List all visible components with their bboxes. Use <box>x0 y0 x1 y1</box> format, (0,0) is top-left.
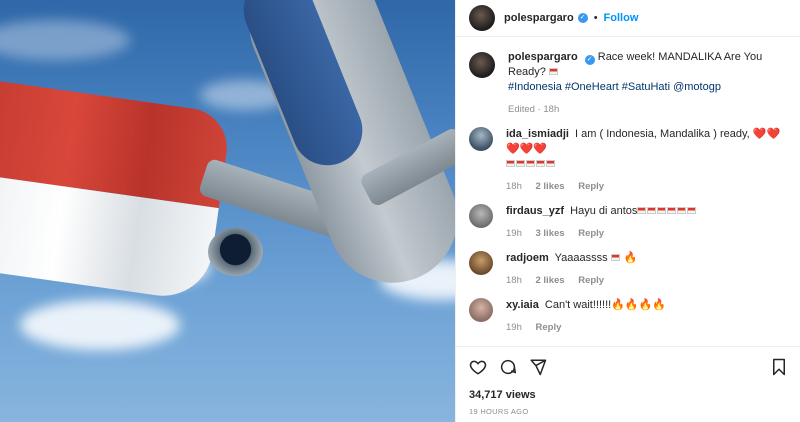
separator-dot: • <box>593 12 598 24</box>
comment-likes[interactable]: 2 likes <box>536 275 565 286</box>
post-video[interactable] <box>0 0 455 422</box>
comment-text: I am ( Indonesia, Mandalika ) ready, <box>575 128 750 140</box>
heart-icon[interactable] <box>469 358 487 376</box>
comment-time[interactable]: 19h <box>506 228 522 239</box>
post-container: polespargaro ✓ • Follow polespargaro ✓ Ra… <box>0 0 800 422</box>
comment-text: Yaaaassss <box>554 252 608 264</box>
verified-badge-icon: ✓ <box>577 13 588 23</box>
comment-text: Hayu di antos <box>570 205 638 217</box>
comment-item: firdaus_yzf Hayu di antos 19h 3 likes Re… <box>469 204 787 239</box>
indonesian-flag-image <box>0 77 232 303</box>
comment-likes[interactable]: 2 likes <box>536 181 565 192</box>
verified-badge-icon: ✓ <box>584 55 595 65</box>
post-actions: 34,717 views 19 HOURS AGO <box>456 346 800 416</box>
bookmark-icon[interactable] <box>771 358 787 376</box>
comment-username[interactable]: radjoem <box>506 252 549 264</box>
comment-icon[interactable] <box>499 358 517 376</box>
caption-username[interactable]: polespargaro <box>508 51 578 63</box>
comment-text: Can't wait!!!!!! <box>544 299 612 311</box>
view-count[interactable]: 34,717 views <box>469 389 787 401</box>
post-header: polespargaro ✓ • Follow <box>456 0 800 37</box>
edited-time: Edited · 18h <box>508 104 560 115</box>
fire-emoji: 🔥 <box>623 252 638 264</box>
share-icon[interactable] <box>529 358 547 376</box>
author-avatar[interactable] <box>469 5 495 31</box>
commenter-avatar[interactable] <box>469 298 493 322</box>
caption-hashtags[interactable]: #Indonesia #OneHeart #SatuHati @motogp <box>508 81 721 93</box>
comment-time[interactable]: 18h <box>506 275 522 286</box>
post-sidebar: polespargaro ✓ • Follow polespargaro ✓ Ra… <box>455 0 800 422</box>
post-timestamp: 19 HOURS AGO <box>469 407 529 416</box>
airplane-engine <box>208 228 263 276</box>
commenter-avatar[interactable] <box>469 204 493 228</box>
indonesia-flag-emoji <box>548 68 558 75</box>
comment-item: radjoem Yaaaassss 🔥 18h 2 likes Reply <box>469 251 787 286</box>
comment-item: xy.iaia Can't wait!!!!!!🔥🔥🔥🔥 19h Reply <box>469 298 787 333</box>
caption: polespargaro ✓ Race week! MANDALIKA Are Y… <box>469 50 787 115</box>
reply-button[interactable]: Reply <box>578 181 604 192</box>
reply-button[interactable]: Reply <box>578 275 604 286</box>
comment-username[interactable]: ida_ismiadji <box>506 128 569 140</box>
reply-button[interactable]: Reply <box>536 322 562 333</box>
comment-username[interactable]: xy.iaia <box>506 299 539 311</box>
commenter-avatar[interactable] <box>469 251 493 275</box>
fire-emoji: 🔥🔥🔥🔥 <box>611 299 666 311</box>
reply-button[interactable]: Reply <box>578 228 604 239</box>
author-username[interactable]: polespargaro <box>504 12 574 24</box>
follow-button[interactable]: Follow <box>604 12 639 24</box>
commenter-avatar[interactable] <box>469 127 493 151</box>
caption-avatar[interactable] <box>469 52 495 78</box>
comment-username[interactable]: firdaus_yzf <box>506 205 564 217</box>
comment-time[interactable]: 19h <box>506 322 522 333</box>
comment-likes[interactable]: 3 likes <box>536 228 565 239</box>
comments-list: polespargaro ✓ Race week! MANDALIKA Are Y… <box>456 37 800 333</box>
comment-time[interactable]: 18h <box>506 181 522 192</box>
comment-item: ida_ismiadji I am ( Indonesia, Mandalika… <box>469 127 787 192</box>
